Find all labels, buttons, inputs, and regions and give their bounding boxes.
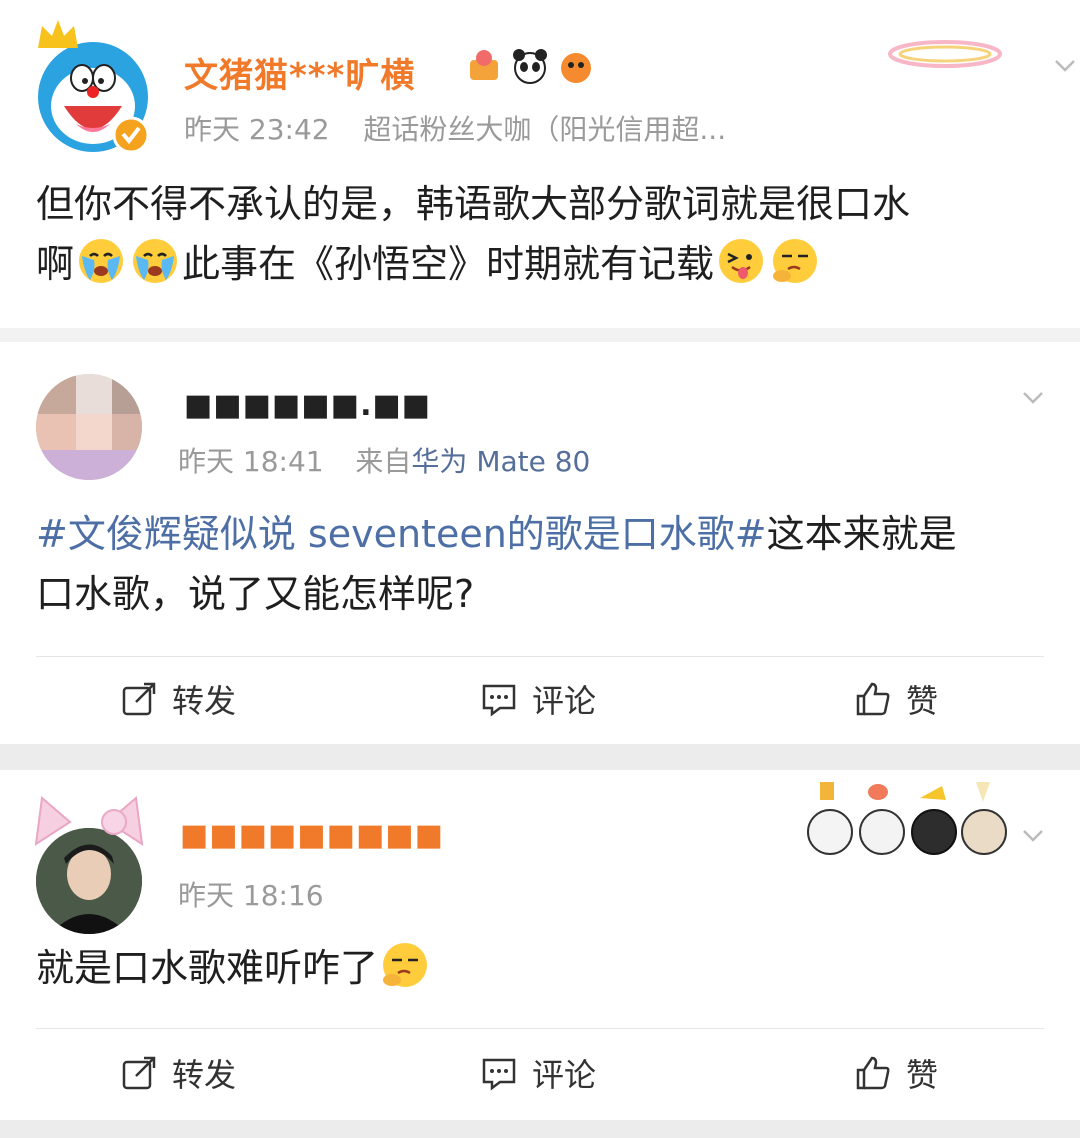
comment-icon: [482, 684, 516, 717]
post-time: 昨天 18:16: [178, 879, 324, 912]
chevron-down-icon[interactable]: [1022, 386, 1044, 408]
like-button[interactable]: 赞: [854, 1028, 938, 1118]
post-text: #文俊辉疑似说 seventeen的歌是口水歌#这本来就是 口水歌，说了又能怎样…: [36, 504, 957, 624]
text-line-2: 口水歌，说了又能怎样呢?: [36, 572, 475, 616]
thinking-emoji-icon: [383, 943, 428, 987]
chevron-down-icon[interactable]: [1054, 54, 1076, 76]
repost-icon: [122, 1056, 156, 1090]
crying-emoji-icon: [133, 239, 178, 283]
like-icon: [856, 1056, 890, 1090]
post-time: 昨天 18:41: [178, 445, 324, 478]
post-time: 昨天 23:42: [184, 113, 330, 146]
like-icon: [856, 682, 890, 716]
post-meta: 昨天 18:41 来自华为 Mate 80: [178, 440, 590, 480]
username[interactable]: ■■■■■■.■■: [184, 388, 431, 423]
verified-badge-icon: [112, 116, 150, 154]
avatar-blurred-icon[interactable]: [36, 374, 142, 480]
post-meta: 昨天 23:42 超话粉丝大咖（阳光信用超...: [184, 108, 726, 148]
post-text: 就是口水歌难听咋了: [36, 938, 432, 998]
cat-stickers-icon: [804, 778, 1010, 856]
thinking-emoji-icon: [773, 239, 818, 283]
post-meta: 昨天 18:16: [178, 874, 324, 914]
crown-icon: [36, 18, 80, 52]
username[interactable]: ■■■■■■■■■: [180, 818, 444, 853]
card-separator: [0, 744, 1080, 770]
tongue-out-emoji-icon: [719, 239, 764, 283]
post-card-1: 文猪猫***旷横 昨天 23:42 超话粉丝大咖（阳光信用超... 但你不得不承…: [0, 0, 1080, 328]
comment-icon: [482, 1058, 516, 1091]
card-separator: [0, 328, 1080, 342]
repost-button[interactable]: 转发: [120, 1028, 236, 1118]
repost-icon: [122, 682, 156, 716]
post-card-2: ■■■■■■.■■ 昨天 18:41 来自华为 Mate 80 #文俊辉疑似说 …: [0, 342, 1080, 744]
username[interactable]: 文猪猫***旷横: [184, 48, 415, 97]
page-bottom: [0, 1120, 1080, 1138]
comment-button[interactable]: 评论: [480, 654, 596, 744]
action-bar: 转发 评论 赞: [0, 654, 1080, 744]
source-prefix: 来自: [355, 445, 412, 478]
post-source[interactable]: 华为 Mate 80: [411, 445, 590, 478]
badge-icons: [464, 46, 596, 86]
crying-emoji-icon: [79, 239, 124, 283]
action-bar: 转发 评论 赞: [0, 1028, 1080, 1118]
post-card-3: ■■■■■■■■■ 昨天 18:16 就是口水歌难听咋了 转发 评论 赞: [0, 770, 1080, 1120]
text-line-2: 啊此事在《孙悟空》时期就有记载: [36, 234, 910, 294]
text-line-1: 但你不得不承认的是，韩语歌大部分歌词就是很口水: [36, 182, 911, 226]
post-text: 但你不得不承认的是，韩语歌大部分歌词就是很口水 啊此事在《孙悟空》时期就有记载: [36, 174, 910, 294]
chevron-down-icon[interactable]: [1022, 824, 1044, 846]
comment-button[interactable]: 评论: [480, 1028, 596, 1118]
like-button[interactable]: 赞: [854, 654, 938, 744]
decoration-halo: [886, 36, 1004, 72]
cat-ears-frame-icon: [30, 792, 148, 852]
post-source[interactable]: 超话粉丝大咖（阳光信用超...: [363, 113, 726, 146]
topic-link[interactable]: #文俊辉疑似说 seventeen的歌是口水歌#: [36, 512, 767, 556]
repost-button[interactable]: 转发: [120, 654, 236, 744]
text-line-1: #文俊辉疑似说 seventeen的歌是口水歌#这本来就是: [36, 512, 957, 556]
